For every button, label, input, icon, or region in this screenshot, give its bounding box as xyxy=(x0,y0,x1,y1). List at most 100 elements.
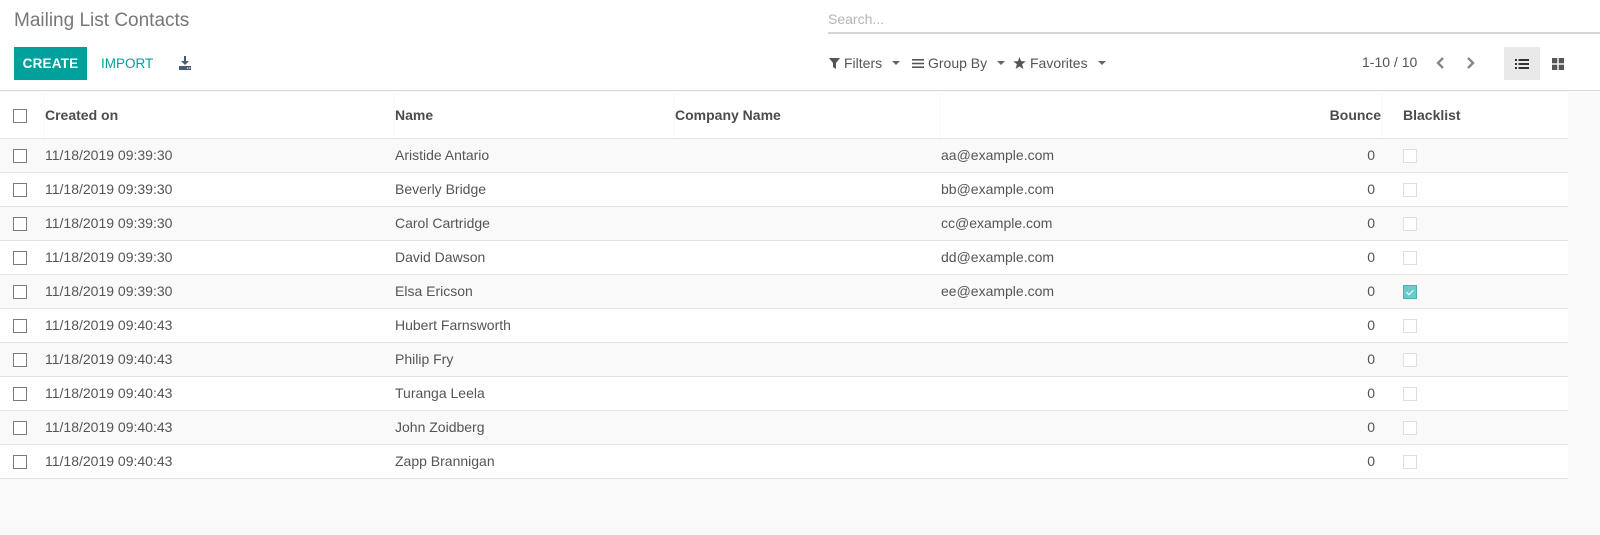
list-view-button[interactable] xyxy=(1504,47,1540,80)
cell-email: 0 xyxy=(941,341,1383,376)
caret-down-icon xyxy=(997,61,1006,65)
row-select-checkbox[interactable] xyxy=(13,387,27,402)
search-input[interactable] xyxy=(828,8,1600,30)
cell-name: John Zoidberg xyxy=(395,409,675,444)
cell-company-name xyxy=(675,273,941,308)
cell-bounce-value: 0 xyxy=(1367,147,1375,163)
cell-company-name xyxy=(675,171,941,206)
create-button[interactable]: CREATE xyxy=(14,47,87,80)
pager-next-button[interactable] xyxy=(1460,52,1480,74)
control-panel: Mailing List Contacts CREATE IMPORT Filt… xyxy=(0,0,1600,91)
blacklist-checkbox xyxy=(1403,149,1417,164)
row-select-checkbox[interactable] xyxy=(13,285,27,300)
table-row[interactable]: 11/18/2019 09:40:43 Philip Fry 0 xyxy=(0,341,1568,376)
kanban-view-button[interactable] xyxy=(1540,47,1576,80)
row-select-cell xyxy=(0,341,45,376)
table-row[interactable]: 11/18/2019 09:40:43 Zapp Brannigan 0 xyxy=(0,443,1568,479)
cell-created-on: 11/18/2019 09:39:30 xyxy=(45,239,395,274)
row-select-cell xyxy=(0,375,45,410)
row-select-checkbox[interactable] xyxy=(13,421,27,436)
table-row[interactable]: 11/18/2019 09:39:30 David Dawson dd@exampl… xyxy=(0,239,1568,274)
cell-blacklist xyxy=(1383,409,1568,444)
cell-name: Beverly Bridge xyxy=(395,171,675,206)
column-header-bounce[interactable]: Bounce xyxy=(941,92,1383,138)
list-view: Created on Name Company Name Bounce Blac… xyxy=(0,92,1568,479)
caret-down-icon xyxy=(1097,61,1106,65)
download-icon xyxy=(179,56,191,70)
row-select-checkbox[interactable] xyxy=(13,455,27,470)
pager-previous-button[interactable] xyxy=(1430,52,1450,74)
table-row[interactable]: 11/18/2019 09:39:30 Carol Cartridge cc@exa… xyxy=(0,205,1568,240)
chevron-left-icon xyxy=(1435,57,1444,69)
cell-email: aa@example.com 0 xyxy=(941,137,1383,172)
column-header-created-on[interactable]: Created on xyxy=(45,92,395,138)
cell-email-value: dd@example.com xyxy=(941,249,1055,265)
cell-bounce-value: 0 xyxy=(1367,249,1375,265)
cell-blacklist xyxy=(1383,307,1568,342)
column-header-company-name[interactable]: Company Name xyxy=(675,92,941,138)
cell-created-on: 11/18/2019 09:40:43 xyxy=(45,443,395,479)
blacklist-checkbox xyxy=(1403,455,1417,470)
table-row[interactable]: 11/18/2019 09:39:30 Aristide Antario aa@ex… xyxy=(0,137,1568,172)
blacklist-checkbox xyxy=(1403,251,1417,266)
cell-company-name xyxy=(675,307,941,342)
cell-created-on: 11/18/2019 09:39:30 xyxy=(45,273,395,308)
download-button[interactable] xyxy=(174,52,196,74)
cell-bounce-value: 0 xyxy=(1367,181,1375,197)
table-body: 11/18/2019 09:39:30 Aristide Antario aa@ex… xyxy=(0,137,1568,479)
row-select-cell xyxy=(0,239,45,274)
cell-blacklist xyxy=(1383,341,1568,376)
blacklist-checkbox xyxy=(1403,387,1417,402)
table-row[interactable]: 11/18/2019 09:40:43 Turanga Leela 0 xyxy=(0,375,1568,410)
blacklist-checkbox xyxy=(1403,353,1417,368)
cell-company-name xyxy=(675,341,941,376)
row-select-checkbox[interactable] xyxy=(13,353,27,368)
cell-blacklist xyxy=(1383,205,1568,240)
cell-email: cc@example.com 0 xyxy=(941,205,1383,240)
cell-created-on: 11/18/2019 09:40:43 xyxy=(45,307,395,342)
import-button[interactable]: IMPORT xyxy=(94,47,160,80)
row-select-cell xyxy=(0,273,45,308)
cell-name: Carol Cartridge xyxy=(395,205,675,240)
cell-bounce-value: 0 xyxy=(1367,385,1375,401)
cell-name: Zapp Brannigan xyxy=(395,443,675,479)
cell-bounce-value: 0 xyxy=(1367,419,1375,435)
favorites-dropdown[interactable]: Favorites xyxy=(1013,52,1106,74)
cell-company-name xyxy=(675,137,941,172)
chevron-right-icon xyxy=(1466,57,1475,69)
cell-email-value: aa@example.com xyxy=(941,147,1055,163)
list-view-icon xyxy=(1515,58,1529,69)
cell-created-on: 11/18/2019 09:39:30 xyxy=(45,137,395,172)
cell-company-name xyxy=(675,205,941,240)
column-header-blacklist[interactable]: Blacklist xyxy=(1383,92,1568,138)
group-by-dropdown[interactable]: Group By xyxy=(912,52,1006,74)
cell-name: Hubert Farnsworth xyxy=(395,307,675,342)
column-header-name[interactable]: Name xyxy=(395,92,675,138)
row-select-checkbox[interactable] xyxy=(13,183,27,198)
table-row[interactable]: 11/18/2019 09:39:30 Elsa Ericson ee@exampl… xyxy=(0,273,1568,308)
cell-blacklist xyxy=(1383,273,1568,308)
row-select-checkbox[interactable] xyxy=(13,251,27,266)
filters-dropdown[interactable]: Filters xyxy=(829,52,901,74)
select-all-checkbox[interactable] xyxy=(13,108,27,123)
cell-company-name xyxy=(675,409,941,444)
favorites-label: Favorites xyxy=(1030,55,1088,71)
blacklist-checkbox xyxy=(1403,285,1417,300)
filter-icon xyxy=(829,57,840,69)
cell-email: bb@example.com 0 xyxy=(941,171,1383,206)
row-select-checkbox[interactable] xyxy=(13,319,27,334)
star-icon xyxy=(1013,57,1026,69)
row-select-checkbox[interactable] xyxy=(13,217,27,232)
cell-name: David Dawson xyxy=(395,239,675,274)
table-row[interactable]: 11/18/2019 09:40:43 John Zoidberg 0 xyxy=(0,409,1568,444)
blacklist-checkbox xyxy=(1403,421,1417,436)
cell-company-name xyxy=(675,443,941,479)
caret-down-icon xyxy=(892,61,901,65)
row-select-checkbox[interactable] xyxy=(13,149,27,164)
table-row[interactable]: 11/18/2019 09:39:30 Beverly Bridge bb@exam… xyxy=(0,171,1568,206)
cell-email: 0 xyxy=(941,375,1383,410)
cell-bounce-value: 0 xyxy=(1367,215,1375,231)
kanban-view-icon xyxy=(1552,57,1564,70)
filters-label: Filters xyxy=(844,55,883,71)
table-row[interactable]: 11/18/2019 09:40:43 Hubert Farnsworth 0 xyxy=(0,307,1568,342)
